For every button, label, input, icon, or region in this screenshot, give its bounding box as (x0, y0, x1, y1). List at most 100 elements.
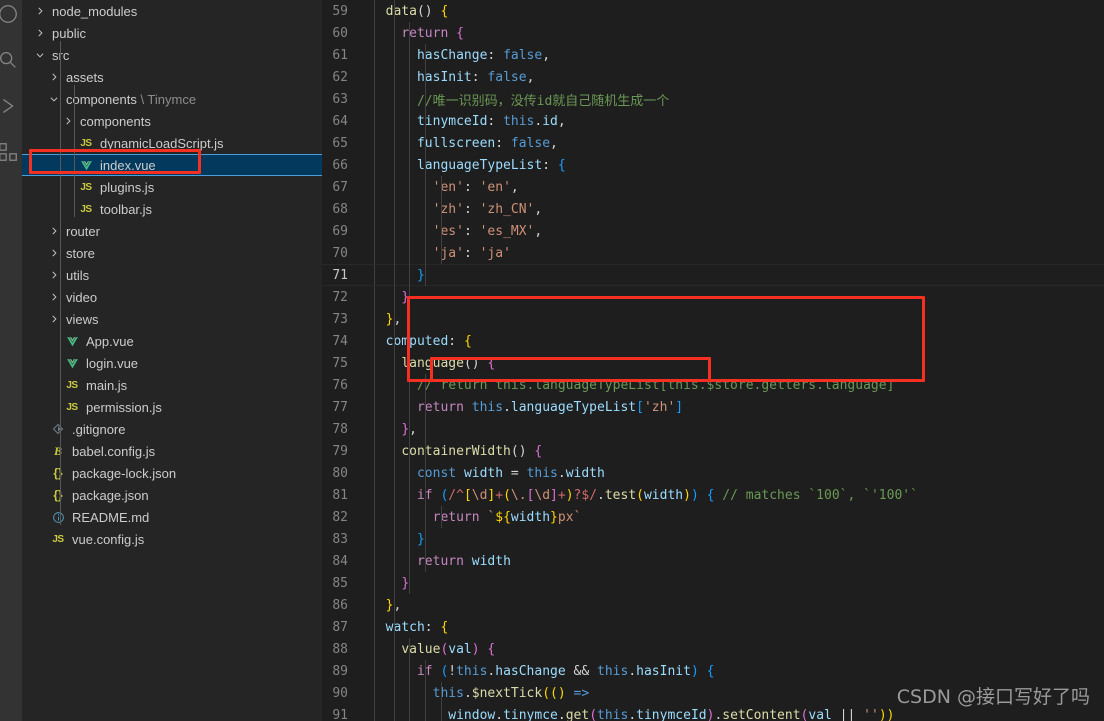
code-line[interactable]: 64 tinymceId: this.id, (322, 110, 1104, 132)
tree-item-label: login.vue (86, 355, 139, 371)
line-content: tinymceId: this.id, (370, 114, 566, 129)
code-line[interactable]: 71 } (322, 264, 1104, 286)
line-number: 84 (332, 553, 348, 569)
code-line[interactable]: 77 return this.languageTypeList['zh'] (322, 396, 1104, 418)
code-line[interactable]: 75 language() { (322, 352, 1104, 374)
code-line[interactable]: 63 //唯一识别码，没传id就自己随机生成一个 (322, 88, 1104, 110)
code-line[interactable]: 61 hasChange: false, (322, 44, 1104, 66)
tree-file-app-vue[interactable]: App.vue (22, 330, 322, 352)
line-content: } (370, 532, 425, 547)
code-line[interactable]: 78 }, (322, 418, 1104, 440)
code-line[interactable]: 74 computed: { (322, 330, 1104, 352)
token: / (589, 487, 598, 503)
token: //唯一识别码，没传id就自己随机生成一个 (416, 93, 670, 109)
tree-folder-src[interactable]: src (22, 44, 322, 66)
code-line[interactable]: 82 return `${width}px` (322, 506, 1104, 528)
code-line[interactable]: 59 data() { (322, 0, 1104, 22)
tree-file--gitignore[interactable]: .gitignore (22, 418, 322, 440)
tree-file-permission-js[interactable]: JS permission.js (22, 396, 322, 418)
code-line[interactable]: 85 } (322, 572, 1104, 594)
tree-file-main-js[interactable]: JS main.js (22, 374, 322, 396)
code-line[interactable]: 68 'zh': 'zh_CN', (322, 198, 1104, 220)
tree-folder-video[interactable]: video (22, 286, 322, 308)
line-number: 86 (332, 597, 348, 613)
line-content: // return this.languageTypeList[this.$st… (370, 378, 894, 393)
token: } (401, 289, 410, 305)
tree-folder-node-modules[interactable]: node_modules (22, 0, 322, 22)
line-content: }, (370, 312, 402, 327)
tree-folder-views[interactable]: views (22, 308, 322, 330)
token: ^ (456, 487, 464, 503)
chevron-right-icon[interactable] (32, 6, 48, 16)
tree-folder-components[interactable]: components \ Tinymce (22, 88, 322, 110)
code-line[interactable]: 84 return width (322, 550, 1104, 572)
token: width (471, 553, 511, 569)
token: // return this.languageTypeList[this.$st… (416, 377, 895, 393)
code-line[interactable]: 73 }, (322, 308, 1104, 330)
token: data (385, 3, 417, 19)
code-line[interactable]: 65 fullscreen: false, (322, 132, 1104, 154)
code-line[interactable]: 62 hasInit: false, (322, 66, 1104, 88)
tree-file-toolbar-js[interactable]: JS toolbar.js (22, 198, 322, 220)
token: () (416, 3, 441, 19)
run-terminal-icon[interactable] (0, 84, 22, 128)
code-line[interactable]: 79 containerWidth() { (322, 440, 1104, 462)
code-line[interactable]: 76 // return this.languageTypeList[this.… (322, 374, 1104, 396)
token: 'zh_CN' (479, 201, 535, 217)
token: || (831, 707, 864, 721)
token: // matches `100`, `'100'` (722, 487, 918, 503)
line-number: 62 (332, 69, 348, 85)
code-line[interactable]: 69 'es': 'es_MX', (322, 220, 1104, 242)
code-editor[interactable]: 59 data() {60 return {61 hasChange: fals… (322, 0, 1104, 721)
token: : (463, 223, 480, 239)
tree-folder-components[interactable]: components (22, 110, 322, 132)
tree-file-package-json[interactable]: {} package.json (22, 484, 322, 506)
extensions-icon[interactable] (0, 130, 22, 174)
tree-file-package-lock-json[interactable]: {} package-lock.json (22, 462, 322, 484)
tree-folder-store[interactable]: store (22, 242, 322, 264)
code-line[interactable]: 88 value(val) { (322, 638, 1104, 660)
code-line[interactable]: 89 if (!this.hasChange && this.hasInit) … (322, 660, 1104, 682)
tree-file-readme-md[interactable]: README.md (22, 506, 322, 528)
code-line[interactable]: 80 const width = this.width (322, 462, 1104, 484)
chevron-right-icon[interactable] (32, 28, 48, 38)
token: get (565, 707, 590, 721)
token: + (495, 487, 504, 503)
code-line[interactable]: 83 } (322, 528, 1104, 550)
code-line[interactable]: 70 'ja': 'ja' (322, 242, 1104, 264)
search-icon[interactable] (0, 38, 22, 82)
code-line[interactable]: 72 } (322, 286, 1104, 308)
tree-file-plugins-js[interactable]: JS plugins.js (22, 176, 322, 198)
tree-file-login-vue[interactable]: login.vue (22, 352, 322, 374)
tree-folder-router[interactable]: router (22, 220, 322, 242)
explorer-files-icon[interactable] (0, 0, 22, 36)
tree-file-vue-config-js[interactable]: JS vue.config.js (22, 528, 322, 550)
token: ( (589, 707, 598, 721)
code-line[interactable]: 67 'en': 'en', (322, 176, 1104, 198)
line-number: 65 (332, 135, 348, 151)
tree-folder-public[interactable]: public (22, 22, 322, 44)
code-line[interactable]: 81 if (/^[\d]+(\.[\d]+)?$/.test(width)) … (322, 484, 1104, 506)
code-line[interactable]: 86 }, (322, 594, 1104, 616)
token: 'zh' (432, 201, 464, 217)
code-line[interactable]: 60 return { (322, 22, 1104, 44)
code-line[interactable]: 87 watch: { (322, 616, 1104, 638)
tree-file-babel-config-js[interactable]: Bbabel.config.js (22, 440, 322, 462)
tree-folder-utils[interactable]: utils (22, 264, 322, 286)
line-number: 60 (332, 25, 348, 41)
code-line[interactable]: 66 languageTypeList: { (322, 154, 1104, 176)
line-number: 71 (332, 267, 348, 283)
chevron-down-icon[interactable] (32, 50, 48, 60)
tree-folder-assets[interactable]: assets (22, 66, 322, 88)
line-number: 73 (332, 311, 348, 327)
tree-file-index-vue[interactable]: index.vue (22, 154, 322, 176)
tree-file-dynamicloadscript-js[interactable]: JS dynamicLoadScript.js (22, 132, 322, 154)
token: test (604, 487, 637, 503)
line-number: 81 (332, 487, 348, 503)
